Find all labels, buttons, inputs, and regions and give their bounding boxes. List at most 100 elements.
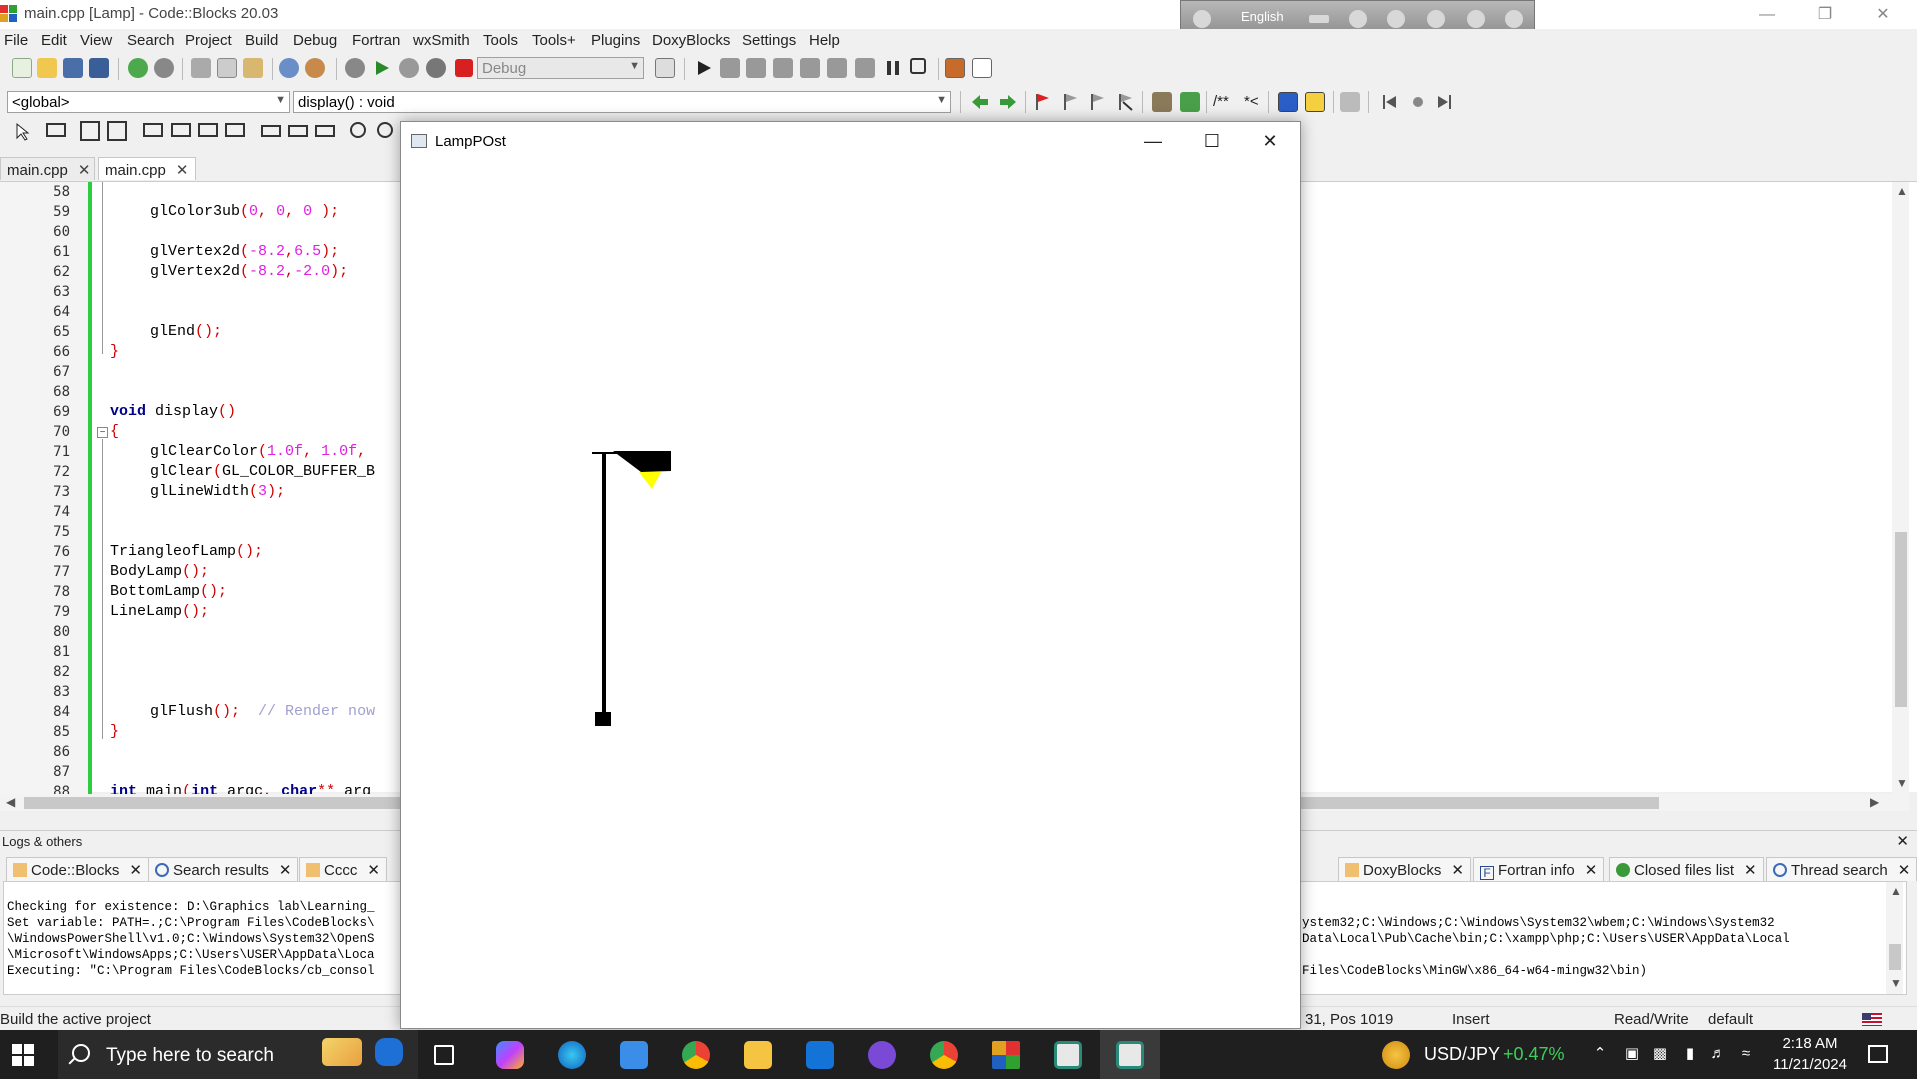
grid-sizer-icon[interactable] [107,121,127,141]
abort-icon[interactable] [455,59,473,77]
step-instruction-icon[interactable] [855,58,875,78]
extract-docs-icon[interactable] [1180,92,1200,112]
lamppost-window[interactable]: LampPOst — ☐ ✕ [400,121,1301,1029]
run-to-cursor-icon[interactable] [720,58,740,78]
close-icon[interactable]: ✕ [1585,862,1598,879]
tab-fortran-info[interactable]: F Fortran info ✕ [1473,857,1605,881]
box-icon-3[interactable] [198,123,218,137]
zoom-out-icon[interactable] [377,122,393,138]
scrollbar-thumb[interactable] [1895,532,1907,707]
target-options-icon[interactable] [655,58,675,78]
github-icon[interactable] [868,1041,896,1069]
file-explorer-icon[interactable] [744,1041,772,1069]
clock-time[interactable]: 2:18 AM [1760,1035,1860,1052]
store-icon[interactable] [620,1041,648,1069]
tab-main-cpp-2[interactable]: main.cpp ✕ [98,157,196,180]
close-icon[interactable]: ✕ [1896,832,1909,850]
bookmark-icon[interactable] [1032,92,1052,112]
menu-debug[interactable]: Debug [293,32,337,49]
box-icon-1[interactable] [143,123,163,137]
build-target-select[interactable]: Debug ▼ [477,57,644,79]
scroll-left-icon[interactable]: ◀ [6,795,15,809]
ie-icon[interactable] [1427,10,1445,28]
display-icon[interactable]: ▩ [1652,1046,1668,1062]
prev-bookmark-icon[interactable] [1060,92,1080,112]
tool-icon[interactable] [1349,10,1367,28]
help-icon[interactable] [1467,10,1485,28]
clear-bookmarks-icon[interactable] [1115,92,1135,112]
replace-icon[interactable] [305,58,325,78]
opengl-canvas[interactable] [401,160,1300,1028]
menu-doxyblocks[interactable]: DoxyBlocks [652,32,730,49]
scroll-right-icon[interactable]: ▶ [1870,795,1879,809]
settings-icon[interactable] [1387,10,1405,28]
close-icon[interactable]: ✕ [367,862,380,879]
close-icon[interactable]: ✕ [78,162,91,179]
ticker-change[interactable]: +0.47% [1503,1044,1565,1065]
next-instruction-icon[interactable] [827,58,847,78]
ticker-label[interactable]: USD/JPY [1424,1044,1500,1065]
ime-icon[interactable] [1193,10,1211,28]
debug-windows-icon[interactable] [945,58,965,78]
chrome-icon[interactable] [930,1041,958,1069]
menu-search[interactable]: Search [127,32,175,49]
keyboard-icon[interactable] [1309,15,1329,23]
tab-codeblocks-log[interactable]: Code::Blocks ✕ [6,857,149,881]
app-window-icon[interactable] [1054,1041,1082,1069]
info-icon[interactable] [1505,10,1523,28]
panel-icon-3[interactable] [315,125,335,137]
close-button[interactable]: ✕ [1247,126,1293,156]
minimize-button[interactable]: — [1130,126,1176,156]
tab-thread-search[interactable]: Thread search ✕ [1766,857,1917,881]
minimize-button[interactable]: — [1744,2,1790,28]
debug-run-icon[interactable] [694,58,714,78]
fold-toggle-icon[interactable]: − [97,427,108,438]
tab-search-results[interactable]: Search results ✕ [148,857,299,881]
menu-file[interactable]: File [4,32,28,49]
notification-icon[interactable] [1868,1045,1888,1063]
build-run-icon[interactable] [399,58,419,78]
save-all-icon[interactable] [89,58,109,78]
volume-icon[interactable]: ♬ [1710,1046,1726,1062]
next-bookmark-icon[interactable] [1087,92,1107,112]
rebuild-icon[interactable] [426,58,446,78]
next-change-icon[interactable] [1434,92,1454,112]
box-icon-4[interactable] [225,123,245,137]
scroll-down-icon[interactable]: ▼ [1890,976,1902,990]
tab-main-cpp-1[interactable]: main.cpp ✕ [0,157,95,180]
maximize-button[interactable]: ☐ [1189,126,1235,156]
debug-info-icon[interactable] [972,58,992,78]
doxywizard-icon[interactable] [1152,92,1172,112]
editor-vertical-scrollbar[interactable]: ▲ ▼ [1892,182,1909,794]
close-icon[interactable]: ✕ [1451,862,1464,879]
save-icon[interactable] [63,58,83,78]
next-line-icon[interactable] [746,58,766,78]
windows-start-icon[interactable] [12,1044,34,1066]
battery-icon[interactable]: ▮ [1682,1046,1698,1062]
copilot-icon[interactable] [496,1041,524,1069]
panel-icon-1[interactable] [261,125,281,137]
close-icon[interactable]: ✕ [129,862,142,879]
chevron-up-icon[interactable]: ⌃ [1592,1046,1608,1062]
clock-date[interactable]: 11/21/2024 [1760,1056,1860,1073]
frame-icon[interactable] [46,123,66,137]
zoom-in-icon[interactable] [350,122,366,138]
menu-wxsmith[interactable]: wxSmith [413,32,470,49]
pointer-icon[interactable] [12,122,32,142]
box-icon-2[interactable] [171,123,191,137]
stop-debug-icon[interactable] [910,58,926,74]
build-gear-icon[interactable] [345,58,365,78]
scrollbar-thumb[interactable] [1889,944,1901,970]
step-out-icon[interactable] [800,58,820,78]
scroll-up-icon[interactable]: ▲ [1890,884,1902,898]
search-highlight-icon[interactable] [322,1038,362,1066]
block-comment-button[interactable]: /** [1213,93,1229,110]
menu-project[interactable]: Project [185,32,232,49]
wrench-icon[interactable] [1340,92,1360,112]
menu-view[interactable]: View [80,32,112,49]
function-select[interactable]: display() : void ▼ [293,91,951,113]
scope-select[interactable]: <global> ▼ [7,91,290,113]
log-vertical-scrollbar[interactable]: ▲ ▼ [1886,882,1903,994]
tab-doxyblocks[interactable]: DoxyBlocks ✕ [1338,857,1471,881]
find-icon[interactable] [279,58,299,78]
